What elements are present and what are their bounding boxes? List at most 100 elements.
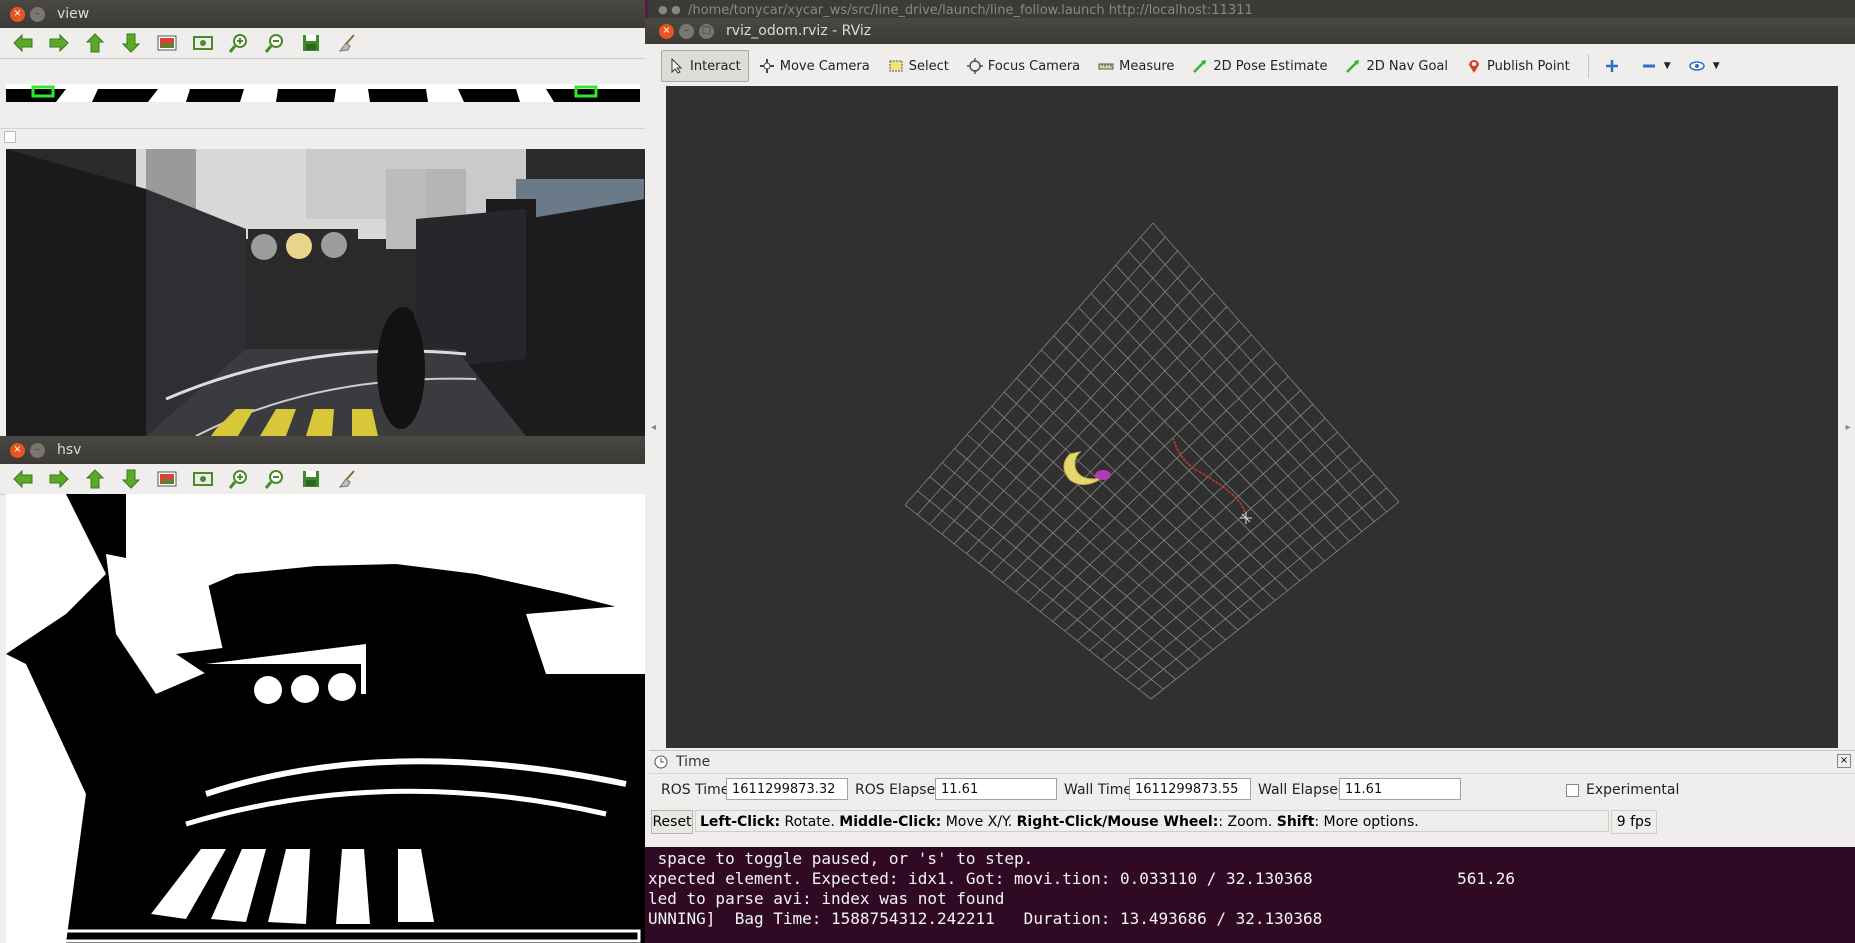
view-titlebar[interactable]: × – view <box>0 0 645 28</box>
select-icon <box>889 60 903 72</box>
background-terminal-window: ● ● /home/tonycar/xycar_ws/src/line_driv… <box>648 0 1855 20</box>
arrow-left-icon[interactable] <box>10 466 36 492</box>
robot-axes-marker <box>1240 512 1252 524</box>
separator-line <box>0 128 645 129</box>
terminal-line: xpected element. Expected: idx1. Got: mo… <box>648 869 1515 888</box>
fps-display: 9 fps <box>1611 810 1657 834</box>
small-checkbox[interactable] <box>4 131 16 143</box>
clear-icon[interactable] <box>334 30 360 56</box>
minimize-button[interactable]: – <box>30 6 45 22</box>
tool-2d-pose-estimate[interactable]: 2D Pose Estimate <box>1184 50 1335 82</box>
experimental-checkbox[interactable] <box>1566 784 1579 797</box>
close-button[interactable]: × <box>10 6 25 22</box>
hint-left-click-text: Rotate. <box>780 814 840 830</box>
tool-move-camera[interactable]: Move Camera <box>751 50 878 82</box>
rviz-tools-toolbar: Interact Move Camera Select Focus Camera… <box>645 48 1855 84</box>
focus-camera-icon <box>966 58 983 74</box>
zoom-out-icon[interactable] <box>262 30 288 56</box>
hint-middle-click-text: Move X/Y. <box>941 814 1017 830</box>
hint-middle-click: Middle-Click: <box>839 814 942 830</box>
status-hint: Left-Click: Rotate. Middle-Click: Move X… <box>695 810 1609 832</box>
reset-button[interactable]: Reset <box>651 810 693 834</box>
wall-elapsed-field[interactable]: 11.61 <box>1339 778 1461 800</box>
odometry-arrows <box>1063 451 1111 485</box>
fit-window-icon[interactable] <box>190 30 216 56</box>
rviz-window: × – □ rviz_odom.rviz - RViz Interact Mov… <box>645 18 1855 847</box>
view-window: × – view <box>0 0 645 436</box>
status-bar: Reset Left-Click: Rotate. Middle-Click: … <box>649 810 1855 834</box>
remove-tool-button[interactable]: ▼ <box>1634 50 1679 82</box>
tool-select[interactable]: Select <box>880 50 957 82</box>
minimize-button[interactable]: – <box>679 23 694 39</box>
hint-right-click: Right-Click/Mouse Wheel: <box>1016 814 1219 830</box>
hsv-window: × – hsv <box>0 436 645 943</box>
tool-publish-point[interactable]: Publish Point <box>1458 50 1578 82</box>
zoom-in-icon[interactable] <box>226 466 252 492</box>
arrow-right-icon[interactable] <box>46 30 72 56</box>
hsv-titlebar[interactable]: × – hsv <box>0 436 645 464</box>
wall-time-label: Wall Time: <box>1064 782 1137 798</box>
arrow-right-icon[interactable] <box>46 466 72 492</box>
close-button[interactable]: × <box>10 442 25 458</box>
image-icon[interactable] <box>154 30 180 56</box>
background-window-title: /home/tonycar/xycar_ws/src/line_drive/la… <box>688 3 1253 18</box>
nav-goal-icon <box>1346 60 1360 73</box>
chevron-down-icon: ▼ <box>1663 61 1671 71</box>
maximize-button[interactable]: □ <box>699 23 714 39</box>
arrow-up-icon[interactable] <box>82 466 108 492</box>
plus-icon <box>1605 60 1618 72</box>
ros-elapsed-field[interactable]: 11.61 <box>935 778 1057 800</box>
window-title: rviz_odom.rviz - RViz <box>726 23 872 39</box>
tool-label: Publish Point <box>1487 58 1570 74</box>
time-panel: Time × ROS Time: 1611299873.32 ROS Elaps… <box>649 750 1855 847</box>
tool-measure[interactable]: Measure <box>1090 50 1182 82</box>
window-title: view <box>57 6 90 22</box>
move-camera-icon <box>759 59 774 73</box>
tool-label: Focus Camera <box>987 58 1081 74</box>
terminal-line: UNNING] Bag Time: 1588754312.242211 Dura… <box>648 909 1323 928</box>
left-dock-handle[interactable]: ◂ <box>645 86 662 768</box>
zoom-in-icon[interactable] <box>226 30 252 56</box>
measure-icon <box>1098 63 1114 70</box>
time-panel-title: Time <box>676 754 711 770</box>
tool-label: Measure <box>1119 58 1175 74</box>
hsv-binary-image <box>6 494 645 943</box>
publish-point-icon <box>1469 60 1480 73</box>
clear-icon[interactable] <box>334 466 360 492</box>
close-panel-icon[interactable]: × <box>1837 754 1851 768</box>
zoom-out-icon[interactable] <box>262 466 288 492</box>
visibility-button[interactable]: ▼ <box>1681 50 1728 82</box>
eye-icon <box>1688 61 1705 71</box>
arrow-down-icon[interactable] <box>118 30 144 56</box>
pose-estimate-icon <box>1193 60 1207 73</box>
rviz-3d-view[interactable] <box>666 86 1838 748</box>
tool-focus-camera[interactable]: Focus Camera <box>959 50 1088 82</box>
save-icon[interactable] <box>298 30 324 56</box>
wall-time-field[interactable]: 1611299873.55 <box>1129 778 1251 800</box>
right-dock-handle[interactable]: ▸ <box>1841 86 1855 768</box>
add-tool-button[interactable] <box>1597 50 1632 82</box>
terminal-line: led to parse avi: index was not found <box>648 889 1005 908</box>
close-button[interactable]: × <box>659 23 674 39</box>
time-fields-row: ROS Time: 1611299873.32 ROS Elapsed: 11.… <box>649 778 1855 804</box>
window-title: hsv <box>57 442 82 458</box>
roi-strip-image <box>6 84 640 102</box>
ros-time-label: ROS Time: <box>661 782 735 798</box>
minimize-button[interactable]: – <box>30 442 45 458</box>
fit-window-icon[interactable] <box>190 466 216 492</box>
save-icon[interactable] <box>298 466 324 492</box>
ros-time-field[interactable]: 1611299873.32 <box>726 778 848 800</box>
arrow-left-icon[interactable] <box>10 30 36 56</box>
tool-label: Select <box>908 58 949 74</box>
arrow-up-icon[interactable] <box>82 30 108 56</box>
image-icon[interactable] <box>154 466 180 492</box>
tool-interact[interactable]: Interact <box>661 50 749 82</box>
camera-image <box>6 149 645 436</box>
tool-label: Move Camera <box>779 58 870 74</box>
hint-right-click-text: : Zoom. <box>1218 814 1277 830</box>
rviz-titlebar[interactable]: × – □ rviz_odom.rviz - RViz <box>645 18 1855 44</box>
tool-2d-nav-goal[interactable]: 2D Nav Goal <box>1337 50 1456 82</box>
arrow-down-icon[interactable] <box>118 466 144 492</box>
experimental-label: Experimental <box>1586 782 1680 798</box>
tool-label: 2D Nav Goal <box>1366 58 1449 74</box>
